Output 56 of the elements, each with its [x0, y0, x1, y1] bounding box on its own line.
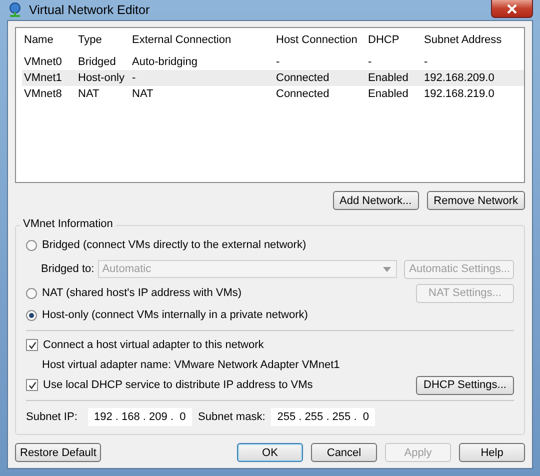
column-header[interactable]: Host Connection — [274, 34, 366, 46]
radio-label[interactable]: Bridged (connect VMs directly to the external network) — [42, 239, 306, 251]
table-cell-text: Connected — [275, 88, 330, 100]
field-label: Bridged to: — [41, 263, 94, 275]
table-cell-text: NAT — [77, 88, 100, 100]
radio-label[interactable]: Host-only (connect VMs internally in a private network) — [42, 309, 308, 321]
group-title: VMnet Information — [20, 218, 116, 230]
table-cell-text: Connected — [275, 72, 330, 84]
table-cell-text: VMnet8 — [23, 88, 63, 100]
radio-label[interactable]: NAT (shared host's IP address with VMs) — [42, 287, 411, 299]
table-cell-text: 192.168.219.0 — [423, 88, 496, 100]
table-cell-text: - — [367, 56, 373, 68]
dialog-button[interactable]: Cancel — [311, 443, 377, 462]
column-header[interactable]: DHCP — [366, 34, 422, 46]
close-icon — [507, 4, 517, 14]
column-header[interactable]: Name — [22, 34, 76, 46]
dhcp-settings-button[interactable]: DHCP Settings... — [416, 376, 514, 394]
network-button[interactable]: Add Network... — [332, 191, 419, 210]
table-cell-text: - — [423, 56, 429, 68]
checkbox-label[interactable]: Use local DHCP service to distribute IP address to VMs — [43, 379, 411, 391]
close-button[interactable] — [491, 0, 533, 18]
table-cell-text: Enabled — [367, 88, 410, 100]
field-label: Subnet IP: — [26, 411, 78, 423]
dialog-button[interactable]: OK — [237, 443, 303, 462]
table-cell-text: 192.168.209.0 — [423, 72, 496, 84]
table-cell-text: Host-only — [77, 72, 126, 84]
checkbox-label[interactable]: Connect a host virtual adapter to this network — [43, 339, 264, 351]
table-row[interactable]: VMnet0 Bridged Auto-bridging - - - — [22, 54, 524, 70]
table-cell-text: Bridged — [77, 56, 117, 68]
ip-field[interactable]: 192 . 168 . 209 . 0 — [88, 408, 192, 426]
radio-button[interactable] — [26, 240, 37, 250]
table-cell-text: VMnet0 — [23, 56, 63, 68]
table-cell-text: VMnet1 — [23, 72, 63, 84]
window-title: Virtual Network Editor — [29, 3, 151, 17]
table-cell-text: NAT — [131, 88, 154, 100]
table-cell-text: Auto-bridging — [131, 56, 198, 68]
column-header[interactable]: Type — [76, 34, 130, 46]
column-header[interactable]: External Connection — [130, 34, 274, 46]
column-header[interactable]: Subnet Address — [422, 34, 514, 46]
dropdown-arrow-icon — [383, 266, 392, 272]
dialog-button[interactable]: Restore Default — [15, 443, 102, 462]
mask-field[interactable]: 255 . 255 . 255 . 0 — [271, 408, 376, 426]
table-cell-text: - — [275, 56, 281, 68]
table-row[interactable]: VMnet1 Host-only - Connected Enabled 192.168.209.0 — [22, 70, 524, 86]
adapter-name-text: Host virtual adapter name: VMware Network Adapter VMnet1 — [42, 359, 340, 371]
network-icon — [7, 2, 23, 18]
table-cell-text: - — [131, 72, 137, 84]
radio-button[interactable] — [26, 288, 37, 298]
table-cell-text: Enabled — [367, 72, 410, 84]
radio-button[interactable] — [26, 310, 37, 320]
checkbox[interactable] — [26, 379, 38, 391]
table-row[interactable]: VMnet8 NAT NAT Connected Enabled 192.168.219.0 — [22, 86, 524, 102]
field-label: Subnet mask: — [198, 411, 266, 423]
network-button[interactable]: Remove Network — [426, 191, 525, 210]
dialog-button[interactable]: Help — [459, 443, 525, 462]
checkbox[interactable] — [26, 339, 38, 351]
